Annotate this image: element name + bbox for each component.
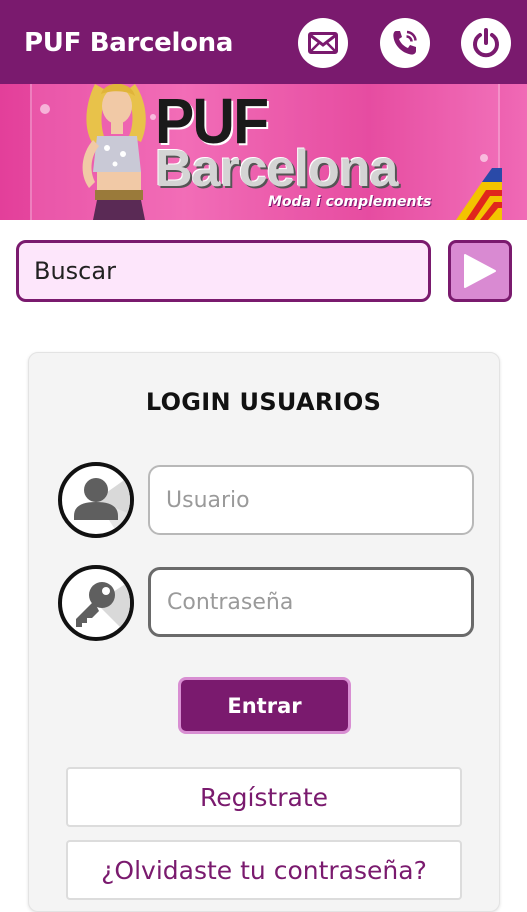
login-submit-button[interactable]: Entrar — [178, 677, 351, 734]
mail-button[interactable] — [298, 18, 348, 68]
phone-icon — [393, 30, 417, 55]
user-icon — [74, 476, 130, 534]
key-icon — [76, 581, 130, 637]
password-field[interactable]: Contraseña — [148, 567, 474, 637]
forgot-password-button[interactable]: ¿Olvidaste tu contraseña? — [66, 840, 462, 900]
power-icon — [473, 28, 499, 58]
login-title: LOGIN USUARIOS — [145, 388, 382, 416]
app-bar: PUF Barcelona — [0, 0, 527, 84]
mail-icon — [308, 32, 338, 54]
banner-tagline: Moda i complements — [268, 194, 432, 210]
model-figure-image — [82, 84, 146, 220]
search-input[interactable]: Buscar — [16, 240, 431, 302]
password-avatar — [58, 565, 134, 641]
power-button[interactable] — [461, 18, 511, 68]
app-title: PUF Barcelona — [24, 28, 234, 58]
play-icon — [464, 254, 496, 288]
phone-button[interactable] — [380, 18, 430, 68]
user-avatar — [58, 462, 134, 538]
search-go-button[interactable] — [448, 240, 512, 302]
banner-title-barcelona: Barcelona — [155, 140, 398, 198]
username-field[interactable]: Usuario — [148, 465, 474, 535]
register-button[interactable]: Regístrate — [66, 767, 462, 827]
flag-icon — [456, 168, 502, 220]
brand-banner: PUF Barcelona Moda i complements — [0, 84, 527, 220]
